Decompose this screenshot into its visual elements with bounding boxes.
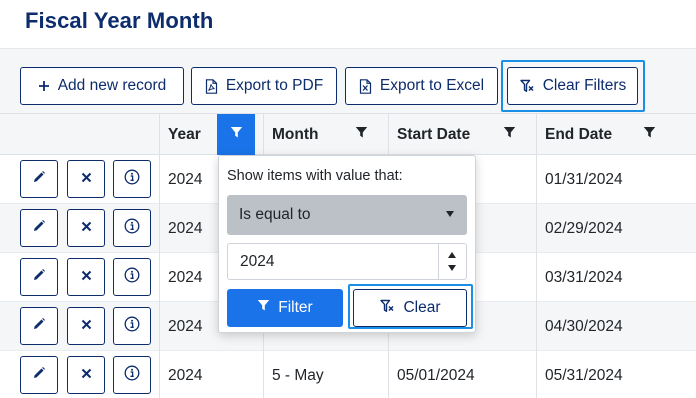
decrement-arrow-icon[interactable] xyxy=(448,265,456,271)
cell-end-date: 05/31/2024 xyxy=(545,366,623,384)
edit-button[interactable] xyxy=(20,258,58,296)
funnel-icon xyxy=(503,126,516,144)
info-button[interactable] xyxy=(113,209,151,247)
pencil-icon xyxy=(32,219,46,238)
funnel-icon xyxy=(257,299,270,317)
cell-year: 2024 xyxy=(168,170,203,188)
info-button[interactable] xyxy=(113,356,151,394)
funnel-icon xyxy=(230,126,243,144)
pencil-icon xyxy=(32,317,46,336)
clear-filters-button[interactable]: Clear Filters xyxy=(507,67,638,105)
cell-end-date: 03/31/2024 xyxy=(545,268,623,286)
edit-button[interactable] xyxy=(20,209,58,247)
filter-popup-label: Show items with value that: xyxy=(227,168,403,184)
apply-filter-label: Filter xyxy=(278,299,313,316)
page-title: Fiscal Year Month xyxy=(25,8,214,33)
filter-operator-value: Is equal to xyxy=(239,206,311,223)
cell-end-date: 02/29/2024 xyxy=(545,219,623,237)
cell-end-date: 01/31/2024 xyxy=(545,170,623,188)
delete-button[interactable] xyxy=(67,356,105,394)
delete-button[interactable] xyxy=(67,209,105,247)
column-header-end-date[interactable]: End Date xyxy=(536,114,612,155)
filter-clear-icon xyxy=(379,298,395,319)
export-pdf-label: Export to PDF xyxy=(225,77,324,94)
column-header-month[interactable]: Month xyxy=(263,114,318,155)
pencil-icon xyxy=(32,170,46,189)
excel-file-icon xyxy=(359,78,372,94)
info-icon xyxy=(124,218,140,239)
export-pdf-button[interactable]: Export to PDF xyxy=(191,67,337,105)
column-header-year[interactable]: Year xyxy=(159,114,201,155)
plus-icon xyxy=(38,80,50,92)
cell-year: 2024 xyxy=(168,366,203,384)
year-filter-button[interactable] xyxy=(217,114,255,155)
add-record-button[interactable]: Add new record xyxy=(20,67,184,105)
cell-year: 2024 xyxy=(168,317,203,335)
close-icon xyxy=(81,268,92,286)
cell-month: 5 - May xyxy=(272,366,324,384)
funnel-icon xyxy=(643,126,656,144)
table-row: 2024 5 - May 05/01/2024 05/31/2024 xyxy=(0,351,696,398)
edit-button[interactable] xyxy=(20,356,58,394)
info-icon xyxy=(124,169,140,190)
cell-start-date: 05/01/2024 xyxy=(397,366,475,384)
add-record-label: Add new record xyxy=(57,77,167,94)
filter-value-stepper[interactable] xyxy=(227,243,467,280)
caret-down-icon xyxy=(446,211,454,217)
info-icon xyxy=(124,267,140,288)
funnel-icon xyxy=(355,126,368,144)
export-excel-label: Export to Excel xyxy=(379,77,485,94)
filter-value-input[interactable] xyxy=(228,244,438,279)
cell-year: 2024 xyxy=(168,219,203,237)
delete-button[interactable] xyxy=(67,160,105,198)
cell-end-date: 04/30/2024 xyxy=(545,317,623,335)
filter-popup: Show items with value that: Is equal to … xyxy=(218,155,476,333)
end-date-filter-button[interactable] xyxy=(638,114,660,155)
close-icon xyxy=(81,170,92,188)
month-filter-button[interactable] xyxy=(350,114,372,155)
column-header-start-date[interactable]: Start Date xyxy=(388,114,470,155)
clear-filter-button[interactable]: Clear xyxy=(353,289,467,327)
edit-button[interactable] xyxy=(20,160,58,198)
info-button[interactable] xyxy=(113,307,151,345)
info-button[interactable] xyxy=(113,258,151,296)
delete-button[interactable] xyxy=(67,258,105,296)
close-icon xyxy=(81,366,92,384)
clear-filters-label: Clear Filters xyxy=(542,77,627,94)
clear-filter-label: Clear xyxy=(403,299,441,316)
pencil-icon xyxy=(32,366,46,385)
stepper-spin-buttons xyxy=(438,244,466,279)
info-icon xyxy=(124,316,140,337)
close-icon xyxy=(81,317,92,335)
info-button[interactable] xyxy=(113,160,151,198)
info-icon xyxy=(124,365,140,386)
filter-operator-select[interactable]: Is equal to xyxy=(227,195,467,235)
pdf-file-icon xyxy=(205,78,218,94)
start-date-filter-button[interactable] xyxy=(498,114,520,155)
column-divider xyxy=(159,114,160,398)
pencil-icon xyxy=(32,268,46,287)
edit-button[interactable] xyxy=(20,307,58,345)
column-divider xyxy=(536,114,537,398)
delete-button[interactable] xyxy=(67,307,105,345)
close-icon xyxy=(81,219,92,237)
export-excel-button[interactable]: Export to Excel xyxy=(345,67,498,105)
apply-filter-button[interactable]: Filter xyxy=(227,289,343,327)
increment-arrow-icon[interactable] xyxy=(448,252,456,258)
filter-clear-icon xyxy=(519,78,535,94)
cell-year: 2024 xyxy=(168,268,203,286)
